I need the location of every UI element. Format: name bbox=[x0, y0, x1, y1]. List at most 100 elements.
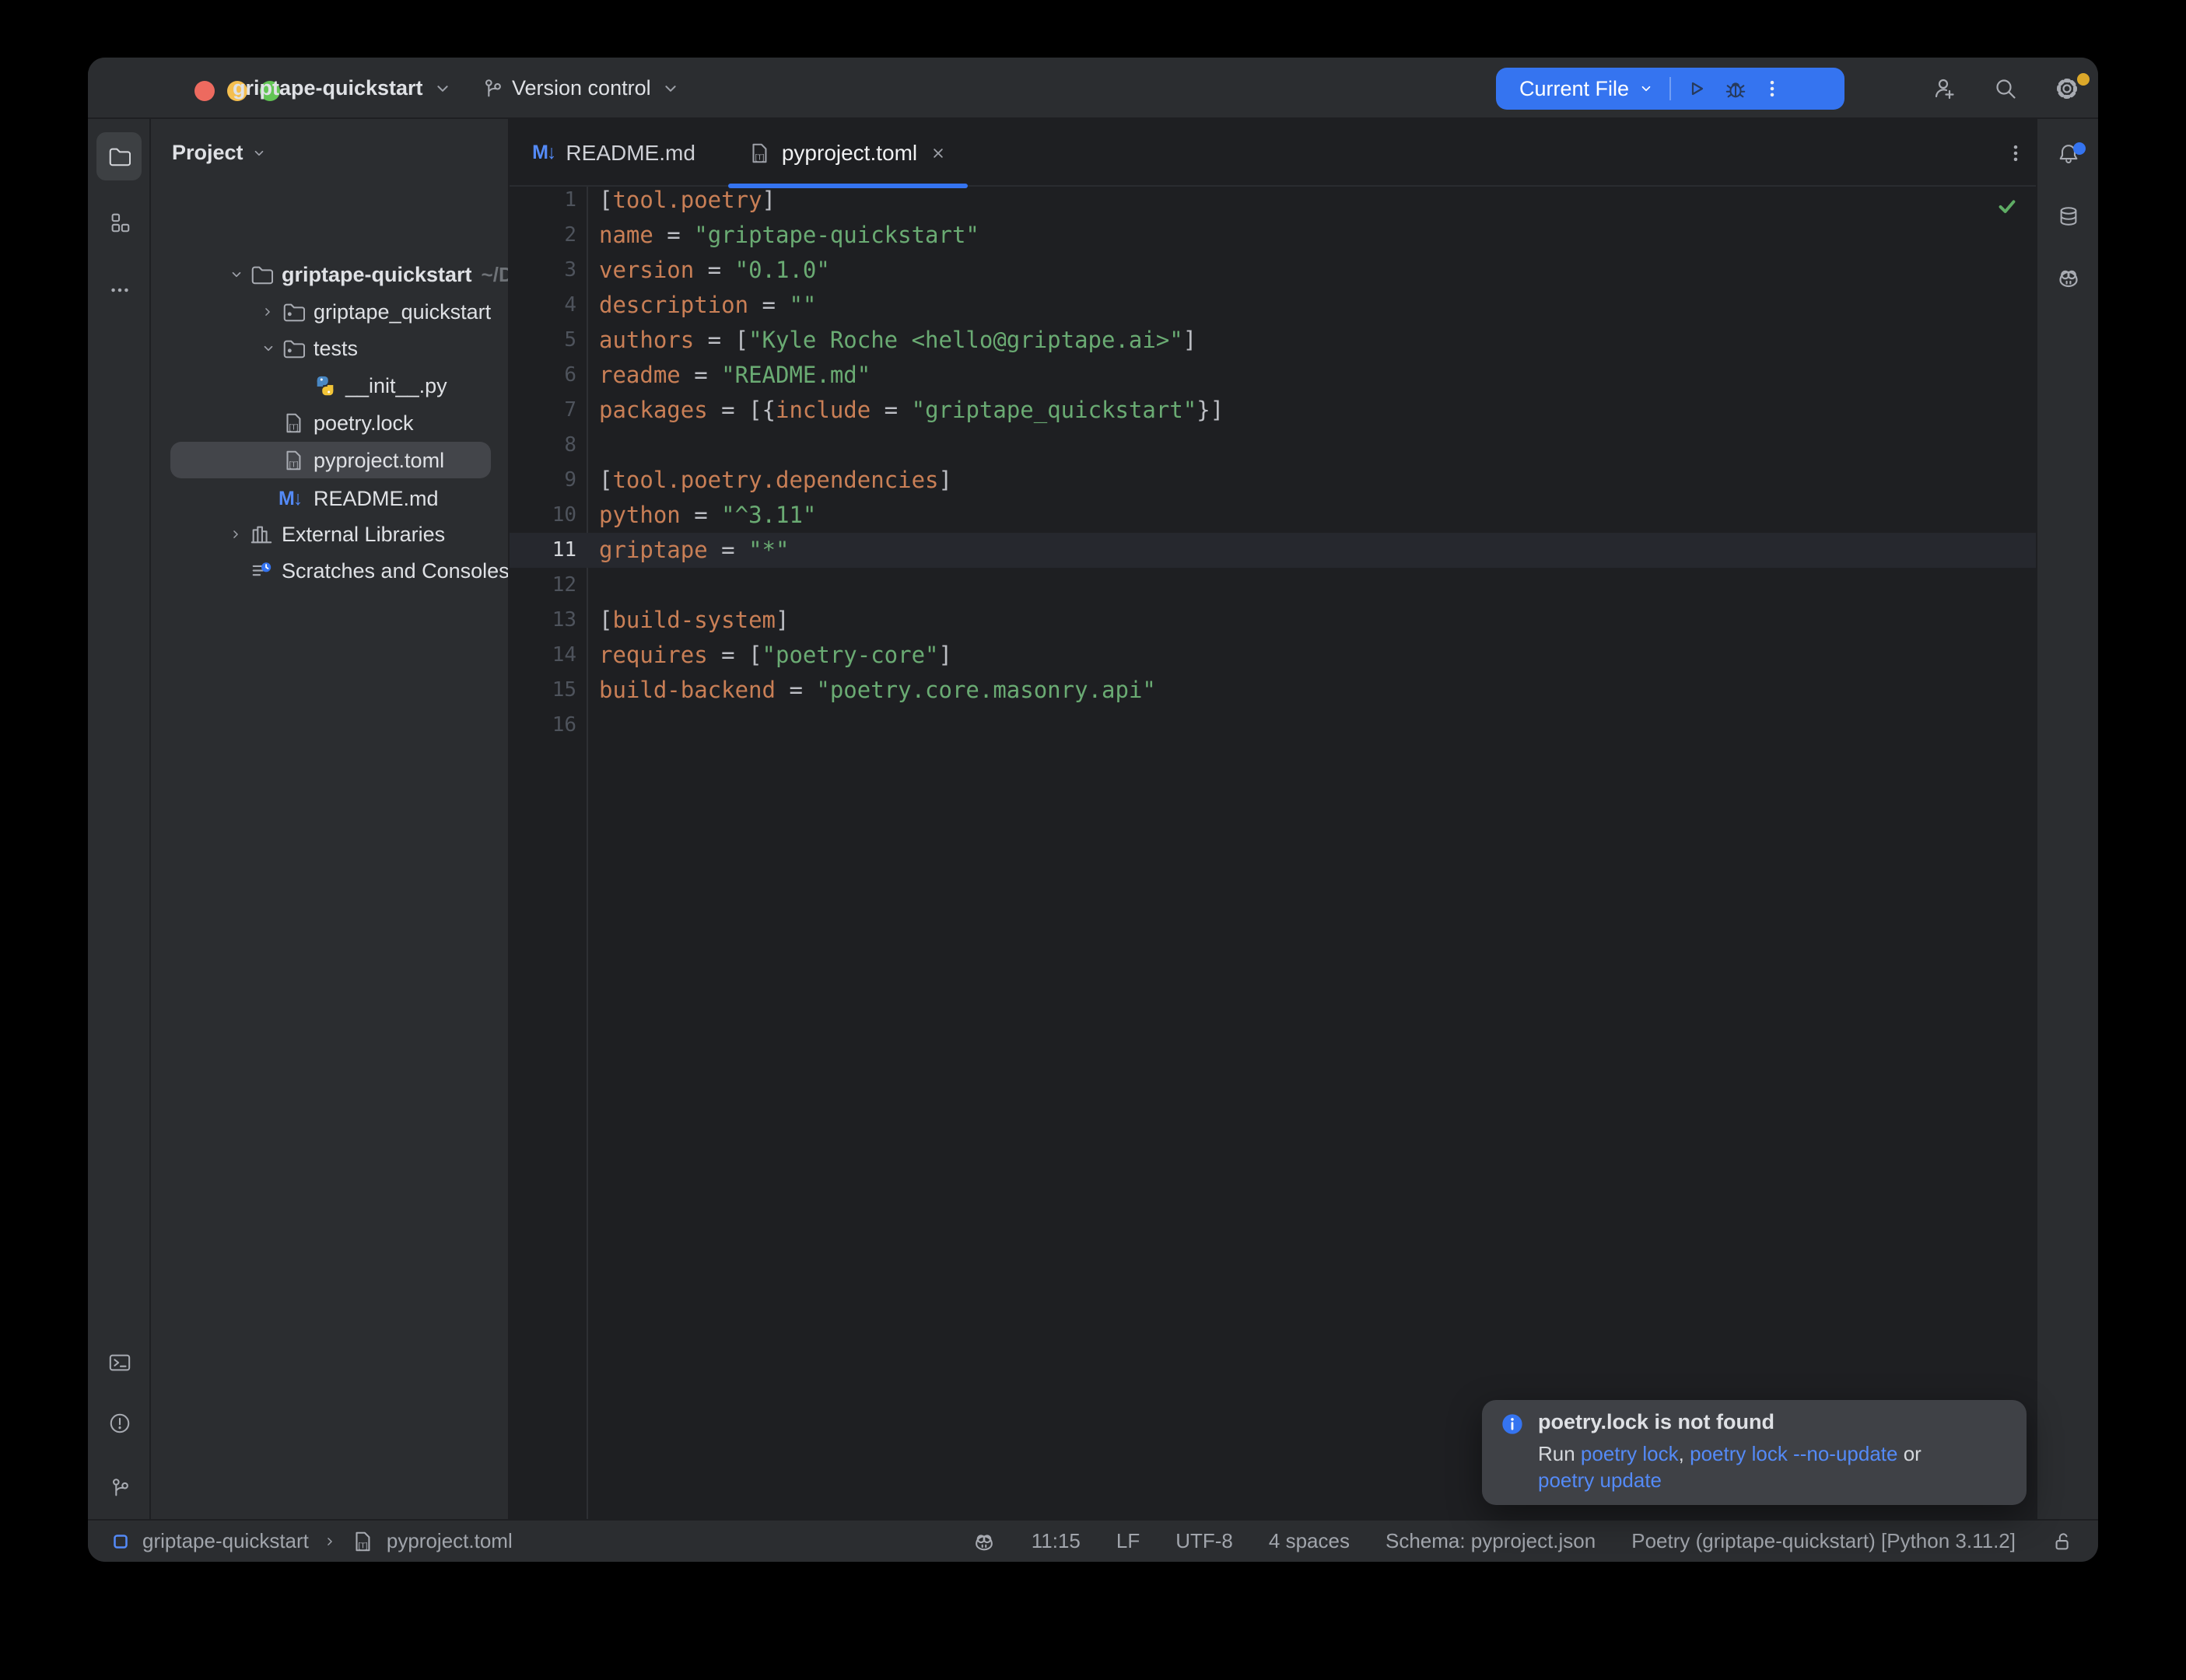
terminal-tool-button[interactable] bbox=[88, 1339, 151, 1386]
line-number: 2 bbox=[510, 218, 576, 253]
run-configuration-pill[interactable]: Current File bbox=[1496, 68, 1844, 110]
lock-open-icon[interactable] bbox=[2051, 1530, 2075, 1553]
notifications-button[interactable] bbox=[2037, 128, 2098, 178]
python-interpreter[interactable]: Poetry (griptape-quickstart) [Python 3.1… bbox=[1631, 1529, 2016, 1553]
code-line-6[interactable]: 6readme = "README.md" bbox=[510, 358, 2036, 393]
code-line-11[interactable]: 11griptape = "*" bbox=[510, 533, 2036, 568]
project-panel-header[interactable]: Project bbox=[172, 141, 268, 165]
line-number: 8 bbox=[510, 428, 576, 463]
chevron-down-icon bbox=[659, 77, 682, 100]
svg-text:[T]: [T] bbox=[358, 1542, 367, 1550]
line-separator[interactable]: LF bbox=[1116, 1529, 1140, 1553]
poetry-update-link[interactable]: poetry update bbox=[1538, 1468, 1662, 1492]
chevron-right-icon[interactable] bbox=[227, 516, 244, 553]
close-window-button[interactable] bbox=[194, 81, 215, 101]
settings-badge bbox=[2077, 73, 2090, 86]
close-icon[interactable] bbox=[928, 143, 948, 163]
breadcrumb-file[interactable]: pyproject.toml bbox=[387, 1529, 513, 1553]
line-number: 7 bbox=[510, 393, 576, 428]
tab-options-button[interactable] bbox=[1995, 119, 2036, 187]
more-run-options-icon[interactable] bbox=[1761, 78, 1783, 100]
inspections-widget[interactable] bbox=[1995, 194, 2019, 222]
chevron-right-icon bbox=[321, 1533, 338, 1550]
debug-icon[interactable] bbox=[1724, 77, 1747, 100]
database-tool-button[interactable] bbox=[2037, 191, 2098, 241]
more-tool-windows-button[interactable] bbox=[88, 267, 151, 313]
search-everywhere-button[interactable] bbox=[1982, 58, 2029, 119]
tree-item-label: __init__.py bbox=[345, 367, 447, 404]
chevron-down-icon bbox=[431, 77, 454, 100]
tree-item-scratches-and-consoles[interactable]: Scratches and Consoles bbox=[151, 552, 510, 590]
code-line-5[interactable]: 5authors = ["Kyle Roche <hello@griptape.… bbox=[510, 323, 2036, 358]
svg-text:[T]: [T] bbox=[289, 423, 298, 432]
run-icon[interactable] bbox=[1683, 76, 1708, 101]
tree-item-label: tests bbox=[314, 330, 358, 367]
copilot-icon[interactable] bbox=[972, 1530, 996, 1553]
json-schema[interactable]: Schema: pyproject.json bbox=[1386, 1529, 1596, 1553]
version-control-widget[interactable]: Version control bbox=[481, 58, 682, 119]
structure-icon bbox=[108, 211, 131, 234]
project-tool-button[interactable] bbox=[96, 132, 142, 180]
info-icon bbox=[1501, 1412, 1524, 1436]
breadcrumb-project[interactable]: griptape-quickstart bbox=[142, 1529, 309, 1553]
notification-body-2: poetry update bbox=[1538, 1468, 1662, 1493]
python-icon bbox=[314, 367, 337, 404]
toml-icon: [T] bbox=[282, 404, 305, 442]
code-line-4[interactable]: 4description = "" bbox=[510, 288, 2036, 323]
chevron-down-icon[interactable] bbox=[227, 256, 246, 293]
project-widget[interactable]: griptape-quickstart bbox=[233, 58, 454, 119]
status-bar: griptape-quickstart [T] pyproject.toml 1… bbox=[88, 1519, 2098, 1562]
notification-popup: poetry.lock is not found Run poetry lock… bbox=[1482, 1400, 2027, 1505]
tree-item-external-libraries[interactable]: External Libraries bbox=[151, 516, 510, 553]
code-line-1[interactable]: 1[tool.poetry] bbox=[510, 183, 2036, 218]
tree-item-griptape-quickstart[interactable]: griptape_quickstart bbox=[151, 293, 510, 331]
tree-item-poetry-lock[interactable]: [T]poetry.lock bbox=[151, 404, 510, 442]
file-encoding[interactable]: UTF-8 bbox=[1175, 1529, 1233, 1553]
chevron-right-icon[interactable] bbox=[259, 293, 276, 331]
folder-dot-icon bbox=[282, 330, 305, 367]
tree-item-label: External Libraries bbox=[282, 516, 445, 553]
poetry-lock-link[interactable]: poetry lock bbox=[1581, 1442, 1679, 1465]
version-control-tool-button[interactable] bbox=[88, 1465, 151, 1511]
tab-pyproject[interactable]: [T] pyproject.toml bbox=[728, 119, 968, 187]
tree-item--init-py[interactable]: __init__.py bbox=[151, 367, 510, 404]
tree-item-griptape-quickstart[interactable]: griptape-quickstart~/Docume bbox=[151, 256, 510, 293]
breadcrumb[interactable]: griptape-quickstart [T] pyproject.toml bbox=[111, 1521, 513, 1562]
poetry-lock-no-update-link[interactable]: poetry lock --no-update bbox=[1690, 1442, 1897, 1465]
indent-style[interactable]: 4 spaces bbox=[1269, 1529, 1350, 1553]
code-line-12[interactable]: 12 bbox=[510, 568, 2036, 603]
tab-readme[interactable]: M↓ README.md bbox=[520, 119, 707, 187]
search-icon bbox=[1993, 76, 2018, 101]
code-line-7[interactable]: 7packages = [{include = "griptape_quicks… bbox=[510, 393, 2036, 428]
code-line-2[interactable]: 2 name = "griptape-quickstart" bbox=[510, 218, 2036, 253]
caret-position[interactable]: 11:15 bbox=[1032, 1529, 1081, 1553]
chevron-down-icon[interactable] bbox=[259, 330, 278, 367]
structure-tool-button[interactable] bbox=[88, 199, 151, 246]
add-user-button[interactable] bbox=[1922, 58, 1968, 119]
code-line-15[interactable]: 15build-backend = "poetry.core.masonry.a… bbox=[510, 673, 2036, 708]
code-line-13[interactable]: 13[build-system] bbox=[510, 603, 2036, 638]
code-lines[interactable]: 1[tool.poetry]2 name = "griptape-quicksta… bbox=[510, 183, 2036, 743]
code-text: build-backend = "poetry.core.masonry.api… bbox=[599, 673, 1156, 708]
markdown-icon: M↓ bbox=[532, 142, 555, 164]
code-line-16[interactable]: 16 bbox=[510, 708, 2036, 743]
chevron-down-icon bbox=[250, 144, 268, 163]
code-text: name = "griptape-quickstart" bbox=[599, 218, 979, 253]
svg-text:[T]: [T] bbox=[289, 460, 298, 469]
editor-area[interactable]: M↓ README.md [T] pyproject.toml 1[tool.p… bbox=[510, 119, 2036, 1519]
code-line-8[interactable]: 8 bbox=[510, 428, 2036, 463]
code-line-14[interactable]: 14requires = ["poetry-core"] bbox=[510, 638, 2036, 673]
ai-assistant-button[interactable] bbox=[2037, 253, 2098, 303]
add-user-icon bbox=[1932, 76, 1957, 101]
problems-tool-button[interactable] bbox=[88, 1400, 151, 1447]
code-line-9[interactable]: 9[tool.poetry.dependencies] bbox=[510, 463, 2036, 498]
tree-item-pyproject-toml[interactable]: [T]pyproject.toml bbox=[151, 442, 510, 479]
tree-item-tests[interactable]: tests bbox=[151, 330, 510, 367]
settings-button[interactable] bbox=[2044, 58, 2090, 119]
line-number: 13 bbox=[510, 603, 576, 638]
project-panel: Project griptape-quickstart~/Documegript… bbox=[151, 119, 510, 1519]
tree-item-readme-md[interactable]: M↓README.md bbox=[151, 480, 510, 517]
code-line-3[interactable]: 3version = "0.1.0" bbox=[510, 253, 2036, 288]
code-line-10[interactable]: 10python = "^3.11" bbox=[510, 498, 2036, 533]
project-header-label: Project bbox=[172, 141, 243, 165]
